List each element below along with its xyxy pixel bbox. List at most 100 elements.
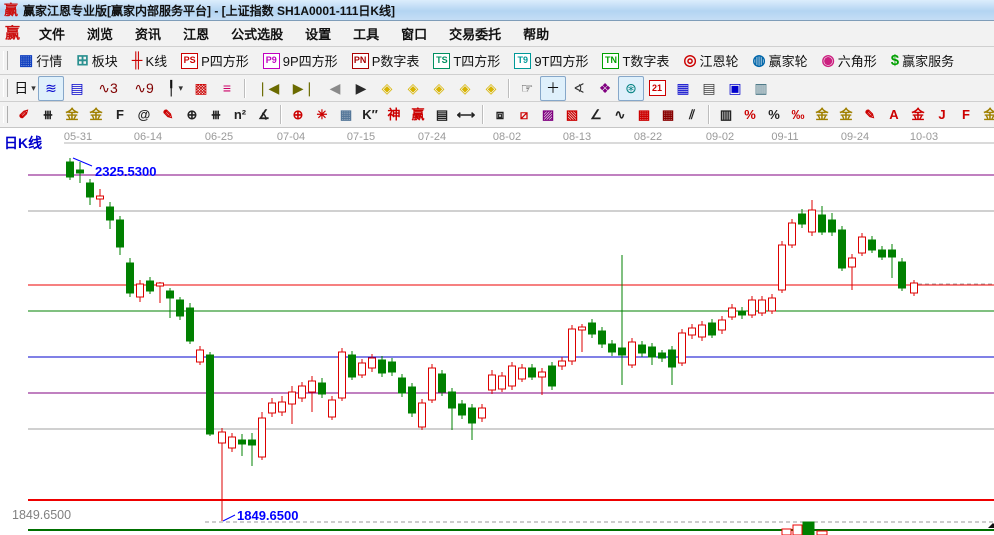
- menu-gann-label: 江恩: [183, 24, 209, 43]
- t-square-button[interactable]: TST四方形: [426, 48, 507, 74]
- tick-lines-button[interactable]: ⧻: [204, 103, 228, 126]
- toolbar-grip[interactable]: [3, 106, 8, 124]
- system-output-button[interactable]: ▥: [748, 76, 774, 101]
- pen-bars-button[interactable]: ✎: [858, 103, 882, 126]
- gold-red-line-button[interactable]: 金: [906, 103, 930, 126]
- calendar-button[interactable]: 21: [644, 76, 670, 101]
- gold-line-2-button[interactable]: 金: [84, 103, 108, 126]
- thin-candle-dropdown[interactable]: ╿▾: [162, 76, 188, 101]
- gann-marker-button[interactable]: ❖: [592, 76, 618, 101]
- chip-box-button[interactable]: ▩: [188, 76, 214, 101]
- toolbar-grip[interactable]: [3, 79, 8, 97]
- percent-button[interactable]: %: [762, 103, 786, 126]
- zigzag-button[interactable]: ∿: [608, 103, 632, 126]
- diamond-left-button[interactable]: ◈: [374, 76, 400, 101]
- hexagon-button[interactable]: ◉六角形: [815, 48, 884, 74]
- spiral-button[interactable]: @: [132, 103, 156, 126]
- permille-line-button[interactable]: ‰: [786, 103, 810, 126]
- diamond-vertical-button[interactable]: ◈: [452, 76, 478, 101]
- quotes-button[interactable]: ▦行情: [12, 48, 69, 74]
- notes-button[interactable]: ▤: [696, 76, 722, 101]
- volume-profile-button[interactable]: ≡: [214, 76, 240, 101]
- f-angle-button[interactable]: F: [954, 103, 978, 126]
- diamond-all-button[interactable]: ◈: [478, 76, 504, 101]
- k-quote-button[interactable]: K″: [358, 103, 382, 126]
- degree-circle-button[interactable]: ⊕: [180, 103, 204, 126]
- j-angle-button[interactable]: J: [930, 103, 954, 126]
- shen-tool-button[interactable]: 神: [382, 103, 406, 126]
- square-grid-button[interactable]: ▦: [334, 103, 358, 126]
- prev-page-button[interactable]: ◀: [322, 76, 348, 101]
- save-button[interactable]: ▣: [722, 76, 748, 101]
- gann-wheel-button[interactable]: ◎江恩轮: [676, 48, 745, 74]
- menu-file[interactable]: 文件: [28, 22, 76, 46]
- p-number-table-button[interactable]: PNP数字表: [345, 48, 427, 74]
- pan-hand-button[interactable]: ☞: [514, 76, 540, 101]
- parallel-slants-button[interactable]: ⫽: [680, 103, 704, 126]
- scroll-marker-triangle-icon[interactable]: [988, 523, 994, 528]
- toolbar-grip[interactable]: [3, 51, 8, 70]
- a-wave-button[interactable]: A: [882, 103, 906, 126]
- kline-chart-canvas[interactable]: 05-3106-1406-2507-0407-1507-2408-0208-13…: [0, 128, 994, 535]
- diamond-horizontal-button[interactable]: ◈: [426, 76, 452, 101]
- menu-help[interactable]: 帮助: [512, 22, 560, 46]
- angle-measure-button[interactable]: ∢: [566, 76, 592, 101]
- gold-line-1-button[interactable]: 金: [60, 103, 84, 126]
- grid-dots-button[interactable]: ▦: [632, 103, 656, 126]
- t9-square-button[interactable]: T99T四方形: [507, 48, 595, 74]
- box-fan-x-button[interactable]: ▧: [560, 103, 584, 126]
- candle-up: [859, 237, 866, 253]
- gold-level-button[interactable]: 金: [834, 103, 858, 126]
- grid-dots-2-button[interactable]: ▦: [656, 103, 680, 126]
- t-number-table-button[interactable]: TNT数字表: [595, 48, 676, 74]
- percent-triangle-button[interactable]: %: [738, 103, 762, 126]
- wave-3-button[interactable]: ∿3: [90, 76, 126, 101]
- step-bars-button[interactable]: ▥: [714, 103, 738, 126]
- menu-browse[interactable]: 浏览: [76, 22, 124, 46]
- gann-fan-button[interactable]: ⧄: [512, 103, 536, 126]
- angle-ruler-button[interactable]: ∡: [252, 103, 276, 126]
- ruler-123-button[interactable]: ▤: [430, 103, 454, 126]
- last-page-button[interactable]: ▶❘: [286, 76, 322, 101]
- p9-square-button[interactable]: P99P四方形: [256, 48, 345, 74]
- red-target-button[interactable]: ⊕: [286, 103, 310, 126]
- width-measure-button[interactable]: ⟷: [454, 103, 478, 126]
- kline-button[interactable]: ╫K线: [125, 48, 174, 74]
- pattern-search-button[interactable]: ⊛: [618, 76, 644, 101]
- angle-lines-button[interactable]: ∠: [584, 103, 608, 126]
- menu-tools[interactable]: 工具: [342, 22, 390, 46]
- gann-lines-button[interactable]: ⧻: [36, 103, 60, 126]
- calculator-button[interactable]: ▦: [670, 76, 696, 101]
- p-square-button[interactable]: PSP四方形: [174, 48, 256, 74]
- menu-news[interactable]: 资讯: [124, 22, 172, 46]
- box-line-button[interactable]: ⧈: [488, 103, 512, 126]
- box-fan-button[interactable]: ▨: [536, 103, 560, 126]
- menu-trade-entrust[interactable]: 交易委托: [438, 22, 512, 46]
- chip-distribution-button[interactable]: ≋: [38, 76, 64, 101]
- kline-chart[interactable]: 日K线 05-3106-1406-2507-0407-1507-2408-020…: [0, 128, 994, 535]
- wave-9-button[interactable]: ∿9: [126, 76, 162, 101]
- menu-settings[interactable]: 设置: [294, 22, 342, 46]
- starburst-grid-button[interactable]: ✳: [310, 103, 334, 126]
- draw-pen-button[interactable]: ✐: [12, 103, 36, 126]
- candle-style-dropdown[interactable]: 日▾: [12, 76, 38, 101]
- menu-window[interactable]: 窗口: [390, 22, 438, 46]
- gold-circle-button[interactable]: 金: [810, 103, 834, 126]
- crosshair-button[interactable]: ＋: [540, 76, 566, 101]
- sectors-button[interactable]: ⊞板块: [69, 48, 125, 74]
- ying-tool-button[interactable]: 赢: [406, 103, 430, 126]
- pen-line-button[interactable]: ✎: [156, 103, 180, 126]
- n-square-button[interactable]: n²: [228, 103, 252, 126]
- gold-angle-button[interactable]: 金: [978, 103, 994, 126]
- winner-wheel-button-label: 赢家轮: [769, 51, 808, 70]
- menu-formula-stock-pick[interactable]: 公式选股: [220, 22, 294, 46]
- diamond-right-button[interactable]: ◈: [400, 76, 426, 101]
- pattern-search-icon: ⊛: [625, 81, 637, 95]
- first-page-button[interactable]: ❘◀: [250, 76, 286, 101]
- winner-wheel-button[interactable]: ◍赢家轮: [746, 48, 815, 74]
- f-line-button[interactable]: F: [108, 103, 132, 126]
- menu-gann[interactable]: 江恩: [172, 22, 220, 46]
- winner-service-button[interactable]: $赢家服务: [884, 48, 961, 74]
- info-panel-button[interactable]: ▤: [64, 76, 90, 101]
- next-page-button[interactable]: ▶: [348, 76, 374, 101]
